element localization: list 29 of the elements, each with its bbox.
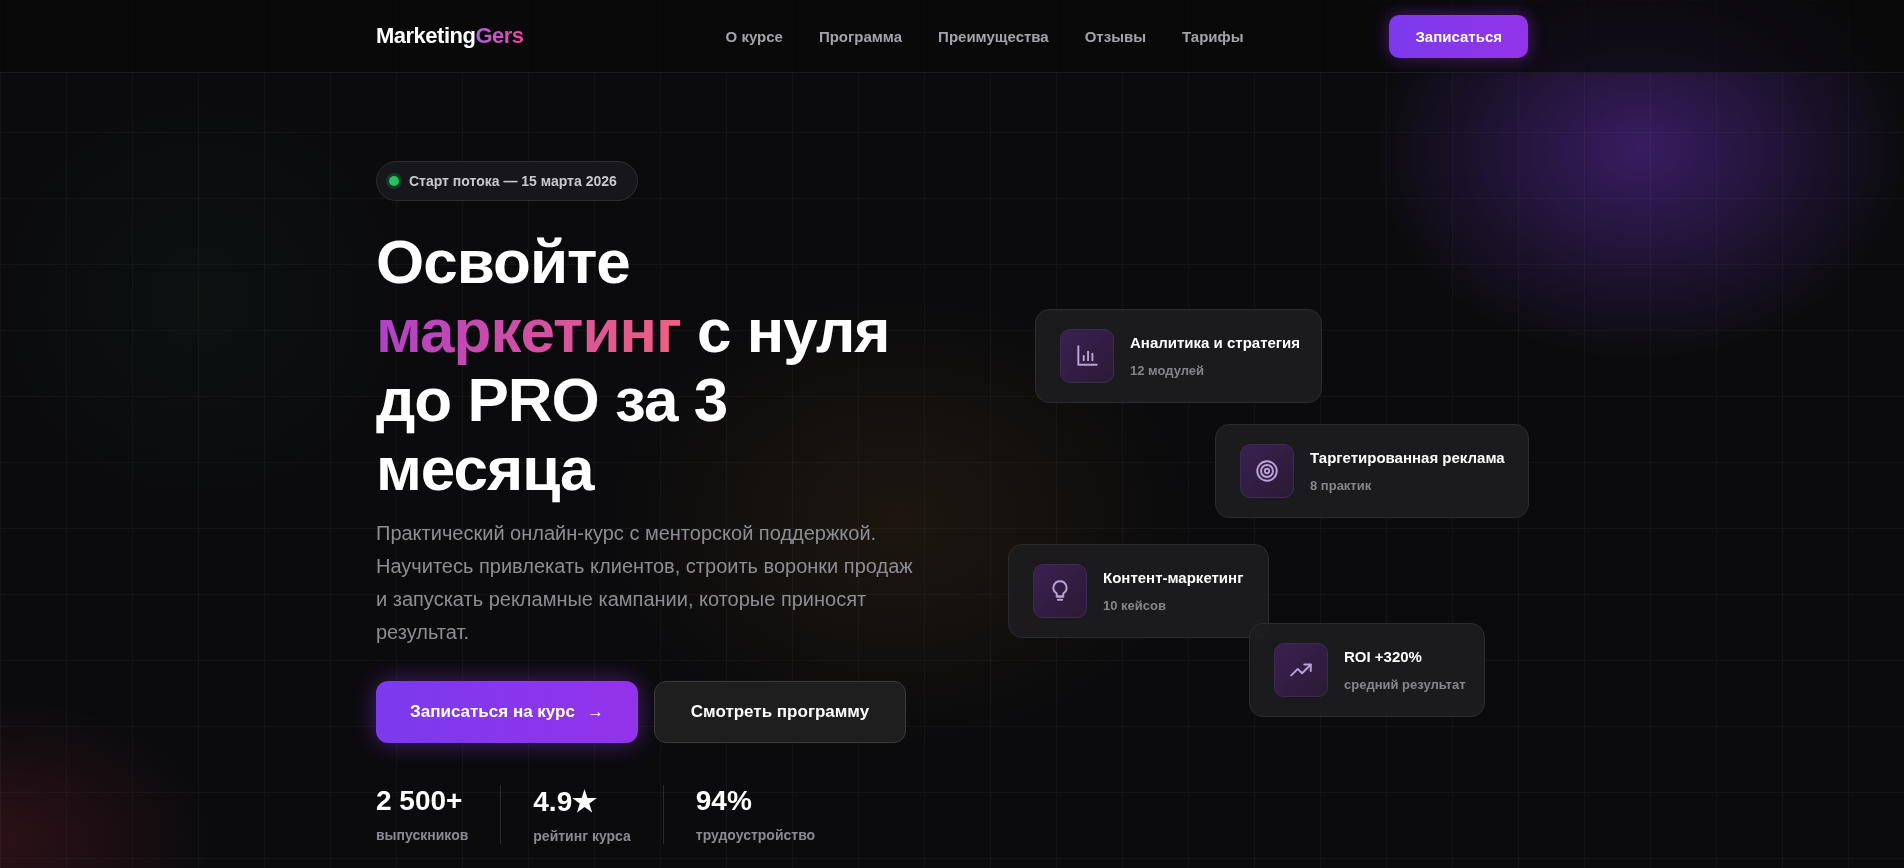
card-subtitle: 12 модулей [1130,363,1206,378]
stat-value: 94% [695,785,753,817]
nav-link[interactable]: Преимущества [938,27,1049,45]
stat-label: трудоустройство [695,827,816,843]
enroll-button[interactable]: Записаться на курс → [376,681,638,743]
badge-text: Старт потока — 15 марта 2026 [409,173,617,189]
card-title: Таргетированная реклама [1310,449,1505,466]
nav-link[interactable]: О курсе [725,27,783,45]
hero-heading: Освойте маркетинг с нуля до PRO за 3 месяца [376,227,891,503]
chart-icon [1074,343,1100,369]
card-title: ROI +320% [1344,648,1423,665]
card-title: Контент-маркетинг [1103,569,1244,586]
logo[interactable]: MarketingGers [376,23,524,49]
stat-value: 2 500+ [376,785,464,817]
card-subtitle: 8 практик [1310,478,1373,493]
status-dot-icon [389,176,399,186]
target-icon [1254,458,1280,484]
nav-link[interactable]: Отзывы [1084,27,1146,45]
card-subtitle: средний результат [1344,677,1466,692]
stat-label: выпускников [376,827,469,843]
card-subtitle: 10 кейсов [1103,598,1167,613]
card-title: Аналитика и стратегия [1130,334,1301,351]
nav-link[interactable]: Тарифы [1182,27,1244,45]
program-button[interactable]: Смотреть программу [654,681,906,743]
stat-value: 4.9★ [533,785,599,818]
hero-description: Практический онлайн-курс с менторской поддержкой. Научитесь привлекать клиентов, строить воронки продаж и запускать рекламные кампании, которые приносят результат. [376,521,914,645]
nav-link[interactable]: Программа [818,27,903,45]
signup-button[interactable]: Записаться [1389,14,1528,58]
stat-label: рейтинг курса [533,828,631,844]
